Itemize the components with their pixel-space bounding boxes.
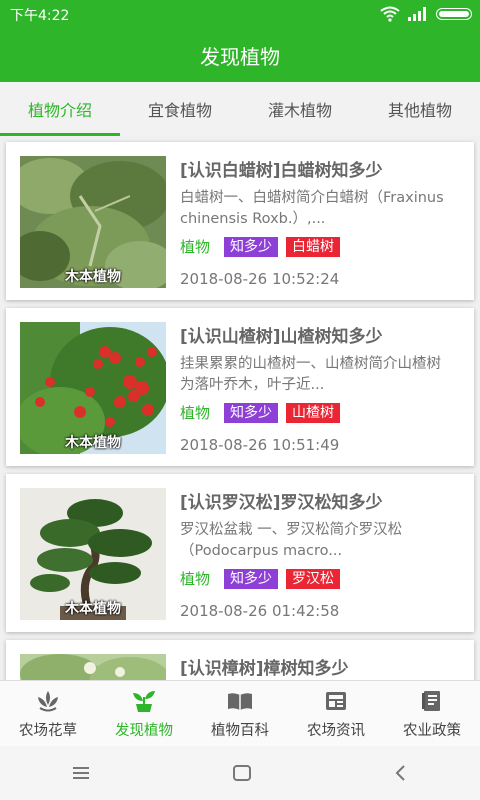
- home-icon[interactable]: [232, 764, 252, 782]
- app-bar: 发现植物: [0, 28, 480, 82]
- sprout-icon: [133, 690, 155, 712]
- article-title: [认识山楂树]山楂树知多少: [180, 327, 383, 347]
- wifi-icon: [380, 6, 400, 22]
- thumbnail-caption: 木本植物: [65, 435, 121, 451]
- book-open-icon: [228, 692, 252, 710]
- nav-plant-encyclopedia[interactable]: 植物百科: [192, 681, 288, 747]
- article-summary: 白蜡树一、白蜡树简介白蜡树（Fraxinus chinensis Roxb.）,…: [180, 190, 444, 227]
- nav-label: 发现植物: [115, 722, 173, 739]
- tab-edible-plants[interactable]: 宜食植物: [120, 82, 240, 136]
- article-date: 2018-08-26 10:51:49: [180, 436, 340, 454]
- category-label: 植物: [180, 570, 211, 588]
- article-date: 2018-08-26 10:52:24: [180, 270, 340, 288]
- article-summary: 挂果累累的山楂树一、山楂树简介山楂树为落叶乔木，叶子近...: [180, 356, 441, 393]
- category-tabs: 植物介绍 宜食植物 灌木植物 其他植物: [0, 82, 480, 136]
- tag-badge: 知多少: [224, 568, 279, 589]
- article-card[interactable]: 木本植物 [认识白蜡树]白蜡树知多少 白蜡树一、白蜡树简介白蜡树（Fraxinu…: [6, 142, 474, 300]
- article-tags: 植物 知多少 白蜡树: [180, 236, 341, 257]
- article-card[interactable]: [认识樟树]樟树知多少: [6, 640, 474, 680]
- thumbnail-caption: 木本植物: [65, 269, 121, 285]
- category-label: 植物: [180, 238, 211, 256]
- tab-plant-intro[interactable]: 植物介绍: [0, 82, 120, 136]
- tab-shrub-plants[interactable]: 灌木植物: [240, 82, 360, 136]
- nav-agri-policy[interactable]: 农业政策: [384, 681, 480, 747]
- nav-farm-news[interactable]: 农场资讯: [288, 681, 384, 747]
- nav-farm-flowers[interactable]: 农场花草: [0, 681, 96, 747]
- signal-icon: [408, 7, 426, 21]
- status-time: 下午4:22: [10, 8, 70, 24]
- menu-icon[interactable]: [71, 765, 91, 781]
- category-label: 植物: [180, 404, 211, 422]
- article-title: [认识白蜡树]白蜡树知多少: [180, 161, 383, 181]
- article-title: [认识罗汉松]罗汉松知多少: [180, 493, 383, 513]
- tag-badge: 罗汉松: [286, 568, 341, 589]
- policy-book-icon: [422, 690, 440, 711]
- tag-badge: 知多少: [224, 236, 279, 257]
- nav-label: 植物百科: [211, 722, 269, 739]
- system-nav-bar: [0, 746, 480, 800]
- tag-badge: 山楂树: [286, 402, 341, 423]
- back-icon[interactable]: [393, 764, 409, 782]
- article-thumbnail: 木本植物: [20, 488, 166, 620]
- page-title: 发现植物: [200, 44, 280, 69]
- article-thumbnail: [20, 654, 166, 680]
- battery-icon: [436, 8, 472, 20]
- nav-discover-plants[interactable]: 发现植物: [96, 681, 192, 747]
- article-list: 木本植物 [认识白蜡树]白蜡树知多少 白蜡树一、白蜡树简介白蜡树（Fraxinu…: [0, 136, 480, 680]
- article-card[interactable]: 木本植物 [认识罗汉松]罗汉松知多少 罗汉松盆栽 一、罗汉松简介罗汉松（Podo…: [6, 474, 474, 632]
- camphor-tree-image: [20, 654, 166, 680]
- article-date: 2018-08-26 01:42:58: [180, 602, 340, 620]
- article-tags: 植物 知多少 罗汉松: [180, 568, 341, 589]
- article-summary: 罗汉松盆栽 一、罗汉松简介罗汉松（Podocarpus macro...: [180, 522, 403, 559]
- tab-other-plants[interactable]: 其他植物: [360, 82, 480, 136]
- article-thumbnail: 木本植物: [20, 322, 166, 454]
- article-thumbnail: 木本植物: [20, 156, 166, 288]
- nav-label: 农场花草: [19, 722, 77, 739]
- tag-badge: 知多少: [224, 402, 279, 423]
- news-icon: [326, 691, 346, 710]
- tag-badge: 白蜡树: [286, 236, 341, 257]
- article-tags: 植物 知多少 山楂树: [180, 402, 341, 423]
- bottom-navigation: 农场花草 发现植物 植物百科 农场资讯 农业政策: [0, 680, 480, 747]
- status-icons: [380, 4, 472, 24]
- article-title: [认识樟树]樟树知多少: [180, 659, 349, 679]
- nav-label: 农业政策: [403, 722, 461, 739]
- lotus-icon: [38, 690, 58, 711]
- status-bar: 下午4:22: [0, 0, 480, 28]
- thumbnail-caption: 木本植物: [65, 601, 121, 617]
- nav-label: 农场资讯: [307, 722, 365, 739]
- article-card[interactable]: 木本植物 [认识山楂树]山楂树知多少 挂果累累的山楂树一、山楂树简介山楂树为落叶…: [6, 308, 474, 466]
